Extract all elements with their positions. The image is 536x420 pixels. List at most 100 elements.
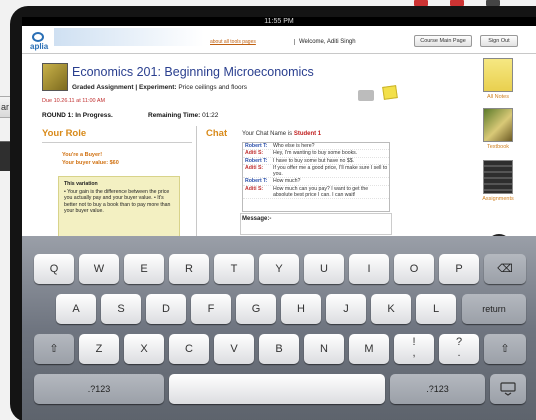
key-j[interactable]: J (326, 294, 366, 324)
chat-name-label: Your Chat Name is (242, 131, 293, 137)
shift-key-left[interactable]: ⇧ (34, 334, 74, 364)
chat-sender: Robert T: (245, 178, 268, 185)
course-title: Economics 201: Beginning Microeconomics (72, 65, 314, 79)
role-divider (42, 142, 192, 143)
key-question-period[interactable]: ?. (439, 334, 479, 364)
variation-text: • Your gain is the difference between th… (64, 188, 171, 215)
remaining-value: 01:22 (202, 112, 219, 119)
key-m[interactable]: M (349, 334, 389, 364)
key-z[interactable]: Z (79, 334, 119, 364)
sidebar-item-label: Textbook (486, 144, 509, 150)
hide-keyboard-key[interactable] (490, 374, 526, 404)
chat-log[interactable]: Robert T: Who else is here? Aditi S: Hey, I… (242, 142, 390, 212)
key-l[interactable]: L (416, 294, 456, 324)
key-c[interactable]: C (169, 334, 209, 364)
variation-title: This variation (64, 181, 98, 187)
key-a[interactable]: A (56, 294, 96, 324)
assignment-line: Graded Assignment | Experiment: Price ce… (72, 84, 247, 91)
key-x[interactable]: X (124, 334, 164, 364)
logo-text: aplia (30, 42, 49, 51)
assignment-type: Graded Assignment | Experiment: (72, 84, 177, 91)
key-g[interactable]: G (236, 294, 276, 324)
status-time: 11:55 PM (264, 18, 294, 25)
chat-message: Aditi S: If you offer me a good price, I'… (243, 165, 389, 179)
key-d[interactable]: D (146, 294, 186, 324)
key-k[interactable]: K (371, 294, 411, 324)
key-i[interactable]: I (349, 254, 389, 284)
shift-key-right[interactable]: ⇧ (484, 334, 526, 364)
help-link[interactable]: about all tools pages (210, 39, 256, 45)
sidebar-item-textbook[interactable]: Textbook (480, 108, 516, 150)
key-q[interactable]: Q (34, 254, 74, 284)
key-o[interactable]: O (394, 254, 434, 284)
textbook-icon (483, 108, 513, 142)
chat-message: Aditi S: Hey, I'm wanting to buy some boo… (243, 150, 389, 158)
return-key[interactable]: return (462, 294, 526, 324)
key-r[interactable]: R (169, 254, 209, 284)
sidebar-item-label: All Notes (486, 94, 509, 100)
assignments-icon (483, 160, 513, 194)
chat-name-value: Student 1 (293, 131, 322, 137)
key-n[interactable]: N (304, 334, 344, 364)
chat-sender: Robert T: (245, 157, 268, 164)
course-book-icon (42, 63, 68, 91)
numbers-key-right[interactable]: .?123 (390, 374, 485, 404)
chat-heading: Chat (206, 128, 228, 139)
key-h[interactable]: H (281, 294, 321, 324)
chat-message: Aditi S: How much can you pay? I want to … (243, 186, 389, 200)
key-b[interactable]: B (259, 334, 299, 364)
due-date: Due 10.26.11 at 11:00 AM (42, 98, 106, 104)
sidebar-item-all-notes[interactable]: All Notes (480, 58, 516, 100)
round-status: ROUND 1: In Progress. (42, 112, 113, 119)
message-label: Message:- (242, 216, 272, 222)
sidebar-item-label: Assignments (482, 196, 514, 202)
chat-message: Robert T: I have to buy some but have no … (243, 158, 389, 165)
chat-text: Hey, I'm wanting to buy some books. (273, 150, 358, 157)
key-e[interactable]: E (124, 254, 164, 284)
chat-text: How much? (273, 178, 301, 185)
onscreen-keyboard: Q W E R T Y U I O P ⌫ A S D F G H J K Lreturn ⇧ Z X C V B N M!,?. ⇧.… (22, 236, 536, 420)
course-main-page-button[interactable]: Course Main Page (414, 35, 472, 47)
key-bottom-glyph: . (457, 347, 461, 359)
sidebar-item-assignments[interactable]: Assignments (480, 160, 516, 202)
aplia-logo[interactable]: aplia (30, 32, 78, 52)
keyboard-hide-icon (500, 382, 516, 396)
logo-mark-icon (32, 32, 44, 42)
notes-icon (483, 58, 513, 92)
key-f[interactable]: F (191, 294, 231, 324)
welcome-text: Welcome, Aditi Singh (294, 39, 356, 45)
key-exclamation-comma[interactable]: !, (394, 334, 434, 364)
chat-text: Who else is here? (273, 143, 315, 149)
site-header: aplia about all tools pages Welcome, Adi… (22, 26, 536, 54)
key-p[interactable]: P (439, 254, 479, 284)
chat-message: Robert T: How much? (243, 178, 389, 186)
chat-text: I have to buy some but have no $$. (273, 157, 355, 164)
assignment-name: Price ceilings and floors (178, 84, 247, 91)
chat-sender: Robert T: (245, 143, 268, 149)
backspace-key[interactable]: ⌫ (484, 254, 526, 284)
remaining-label: Remaining Time: (148, 112, 201, 119)
chat-name-line: Your Chat Name is Student 1 (242, 131, 321, 137)
desktop-background: ar 11:55 PM aplia about all tools pages … (0, 0, 536, 420)
key-u[interactable]: U (304, 254, 344, 284)
key-y[interactable]: Y (259, 254, 299, 284)
chat-text: How much can you pay? I want to get the … (273, 185, 369, 199)
chat-sender: Aditi S: (245, 185, 264, 192)
remaining-time: Remaining Time: 01:22 (148, 112, 218, 119)
space-bar[interactable] (169, 374, 385, 404)
chat-sender: Aditi S: (245, 150, 264, 157)
sticky-note-icon[interactable] (382, 85, 398, 100)
ipad-screen: aplia about all tools pages Welcome, Adi… (22, 26, 536, 420)
chat-text: If you offer me a good price, I'll make … (273, 164, 388, 178)
role-buyer-text: You're a Buyer! (62, 152, 103, 158)
sign-out-button[interactable]: Sign Out (480, 35, 518, 47)
key-bottom-glyph: , (412, 347, 416, 359)
key-s[interactable]: S (101, 294, 141, 324)
key-v[interactable]: V (214, 334, 254, 364)
print-icon[interactable] (358, 90, 374, 101)
your-role-heading: Your Role (42, 128, 87, 139)
numbers-key-left[interactable]: .?123 (34, 374, 164, 404)
buyer-value-text: Your buyer value: $60 (62, 160, 119, 166)
key-t[interactable]: T (214, 254, 254, 284)
key-w[interactable]: W (79, 254, 119, 284)
